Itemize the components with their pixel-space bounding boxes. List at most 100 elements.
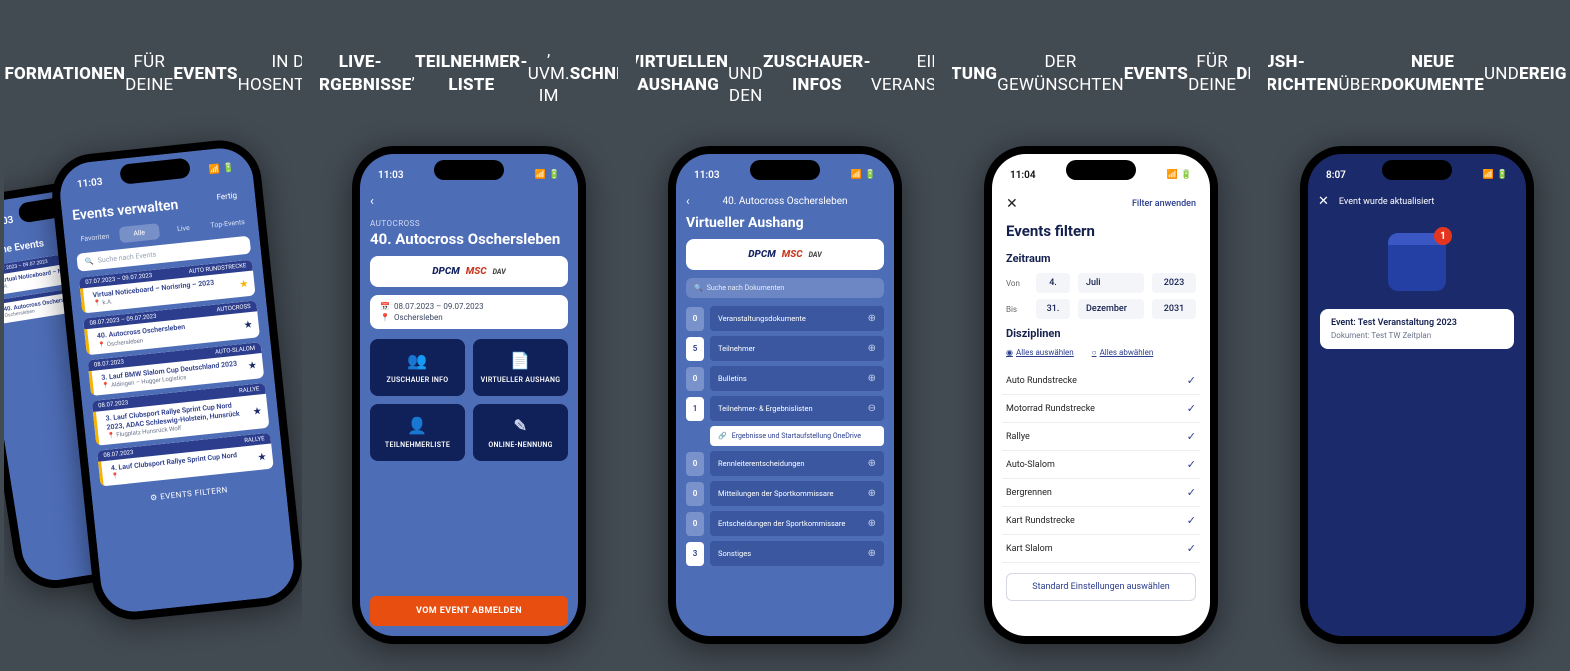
tile-teilnehmerliste[interactable]: 👤TEILNEHMERLISTE [370,404,465,461]
event-info-card: 📅08.07.2023 – 09.07.2023 📍Oschersleben [370,295,568,329]
discipline-row[interactable]: Auto Rundstrecke ✓ [1002,367,1200,395]
status-icons: 📶🔋 [1167,170,1192,180]
tile-zuschauer-info[interactable]: 👥ZUSCHAUER INFO [370,339,465,396]
status-time: 11:03 [4,214,14,229]
doc-count: 3 [686,542,704,566]
headline-3: ZUGRIFF AUF DENVIRTUELLEN AUSHANGUND DEN… [636,28,934,120]
headline-2: ONLINE-NENNUNG,LIVE-ERGEBNISSE,TEILNEHME… [320,28,618,120]
discipline-list: Auto Rundstrecke ✓ Motorrad Rundstrecke … [1002,367,1200,563]
list-icon: 👤 [407,416,427,435]
pin-icon: 📍 [380,313,390,322]
section-period: Zeitraum [1006,252,1196,265]
date-from-row: Von 4. Juli 2023 [1006,273,1196,293]
doc-category-row[interactable]: 0Mitteilungen der Sportkommissare⊕ [686,481,884,506]
event-list: 07.07.2023 – 09.07.2023 AUTO RUNDSTRECKE… [79,260,274,487]
edit-icon: ✎ [514,416,528,435]
to-year[interactable]: 2031 [1152,299,1196,319]
doc-count: 1 [686,397,704,421]
doc-search-input[interactable]: 🔍 Suche nach Dokumenten [686,278,884,298]
discipline-row[interactable]: Auto-Slalom ✓ [1002,451,1200,479]
check-icon: ✓ [1187,374,1196,387]
tab-item[interactable]: Alle [118,223,160,243]
event-category: AUTOCROSS [370,219,568,228]
discipline-row[interactable]: Rallye ✓ [1002,423,1200,451]
doc-category-row[interactable]: 3Sonstiges⊕ [686,541,884,566]
status-time: 8:07 [1326,170,1346,181]
star-icon[interactable]: ★ [252,406,262,418]
standard-settings-button[interactable]: Standard Einstellungen auswählen [1006,573,1196,601]
doc-list: 0Veranstaltungsdokumente⊕ 5Teilnehmer⊕ 0Bu… [686,306,884,566]
star-icon[interactable]: ★ [257,451,267,463]
tile-online-nennung[interactable]: ✎ONLINE-NENNUNG [473,404,568,461]
check-icon: ✓ [1187,542,1196,555]
logo-card: DPCM MSC DAV [686,239,884,270]
doc-category-row[interactable]: 1Teilnehmer- & Ergebnislisten⊖ [686,396,884,421]
phone-5: 8:07 📶🔋 ✕ Event wurde aktualisiert 1 Eve… [1300,146,1534,644]
calendar-badge: 1 [1388,233,1446,291]
doc-category-row[interactable]: 0Entscheidungen der Sportkommissare⊕ [686,511,884,536]
discipline-row[interactable]: Kart Rundstrecke ✓ [1002,507,1200,535]
to-day[interactable]: 31. [1036,299,1070,319]
close-button[interactable]: ✕ [1006,196,1018,212]
expand-icon: ⊕ [868,313,876,324]
search-icon: 🔍 [85,257,95,266]
document-icon: 📄 [510,351,530,370]
discipline-row[interactable]: Bergrennen ✓ [1002,479,1200,507]
doc-count: 0 [686,307,704,331]
headline-5: PUSH-NACHRICHTENÜBER NEUE DOKUMENTE UNDE… [1268,28,1566,120]
screenshot-panel-5: PUSH-NACHRICHTENÜBER NEUE DOKUMENTE UNDE… [1268,0,1566,671]
expand-icon: ⊕ [868,518,876,529]
section-disciplines: Disziplinen [1006,327,1196,340]
discipline-row[interactable]: Motorrad Rundstrecke ✓ [1002,395,1200,423]
phone-3: 11:03 📶🔋 ‹ 40. Autocross Oschersleben Vi… [668,146,902,644]
link-icon: 🔗 [718,432,727,440]
back-button[interactable]: ‹ [686,194,690,208]
doc-category-row[interactable]: 0Rennleiterentscheidungen⊕ [686,451,884,476]
date-to-row: Bis 31. Dezember 2031 [1006,299,1196,319]
phone-stack: 11:03 📶🔋 Meine Events 07.07.2023 – 09.07… [16,146,290,626]
from-day[interactable]: 4. [1036,273,1070,293]
doc-category-row[interactable]: 0Bulletins⊕ [686,366,884,391]
status-time: 11:03 [76,176,103,190]
page-title: Events filtern [1006,222,1196,240]
doc-category-row[interactable]: 5Teilnehmer⊕ [686,336,884,361]
doc-subitem[interactable]: 🔗 Ergebnisse und Startaufstellung OneDri… [710,426,884,446]
phone-4: 11:04 📶🔋 ✕ Filter anwenden Events filter… [984,146,1218,644]
status-time: 11:03 [694,170,720,181]
star-icon[interactable]: ★ [247,361,257,373]
close-button[interactable]: ✕ [1318,194,1329,209]
headline-1: ALLE INFORMATIONEN FÜRDEINE EVENTS IN DE… [4,28,302,120]
apply-filter-button[interactable]: Filter anwenden [1132,199,1196,209]
screenshot-panel-4: VERWALTUNG DER GEWÜNSCHTENEVENTS FÜR DEI… [952,0,1250,671]
to-month[interactable]: Dezember [1078,299,1144,319]
select-all-button[interactable]: ◉ Alles auswählen [1006,348,1074,357]
discipline-row[interactable]: Kart Slalom ✓ [1002,535,1200,563]
collapse-icon: ⊖ [868,403,876,414]
star-icon[interactable]: ★ [243,319,253,331]
from-year[interactable]: 2023 [1152,273,1196,293]
tab-item[interactable]: Favoriten [74,228,116,248]
doc-category-row[interactable]: 0Veranstaltungsdokumente⊕ [686,306,884,331]
page-title: Virtueller Aushang [686,215,884,231]
check-icon: ✓ [1187,458,1196,471]
back-button[interactable]: ‹ [370,194,568,209]
status-icons: 📶🔋 [208,163,234,176]
tile-virtueller-aushang[interactable]: 📄VIRTUELLER AUSHANG [473,339,568,396]
status-icons: 📶🔋 [535,170,560,180]
status-time: 11:04 [1010,170,1036,181]
doc-count: 0 [686,512,704,536]
status-time: 11:03 [378,170,404,181]
event-title: 40. Autocross Oschersleben [370,230,568,248]
notification-card[interactable]: Event: Test Veranstaltung 2023 Dokument:… [1320,309,1514,349]
doc-count: 5 [686,337,704,361]
unregister-button[interactable]: VOM EVENT ABMELDEN [370,596,568,626]
screenshot-panel-2: ONLINE-NENNUNG,LIVE-ERGEBNISSE,TEILNEHME… [320,0,618,671]
tab-item[interactable]: Top-Events [207,214,249,234]
page-header: Event wurde aktualisiert [1339,197,1434,207]
tab-item[interactable]: Live [162,218,204,238]
badge-count: 1 [1434,227,1452,245]
from-month[interactable]: Juli [1078,273,1144,293]
star-icon[interactable]: ★ [239,278,249,290]
deselect-all-button[interactable]: ○ Alles abwählen [1092,348,1154,357]
check-icon: ✓ [1187,430,1196,443]
